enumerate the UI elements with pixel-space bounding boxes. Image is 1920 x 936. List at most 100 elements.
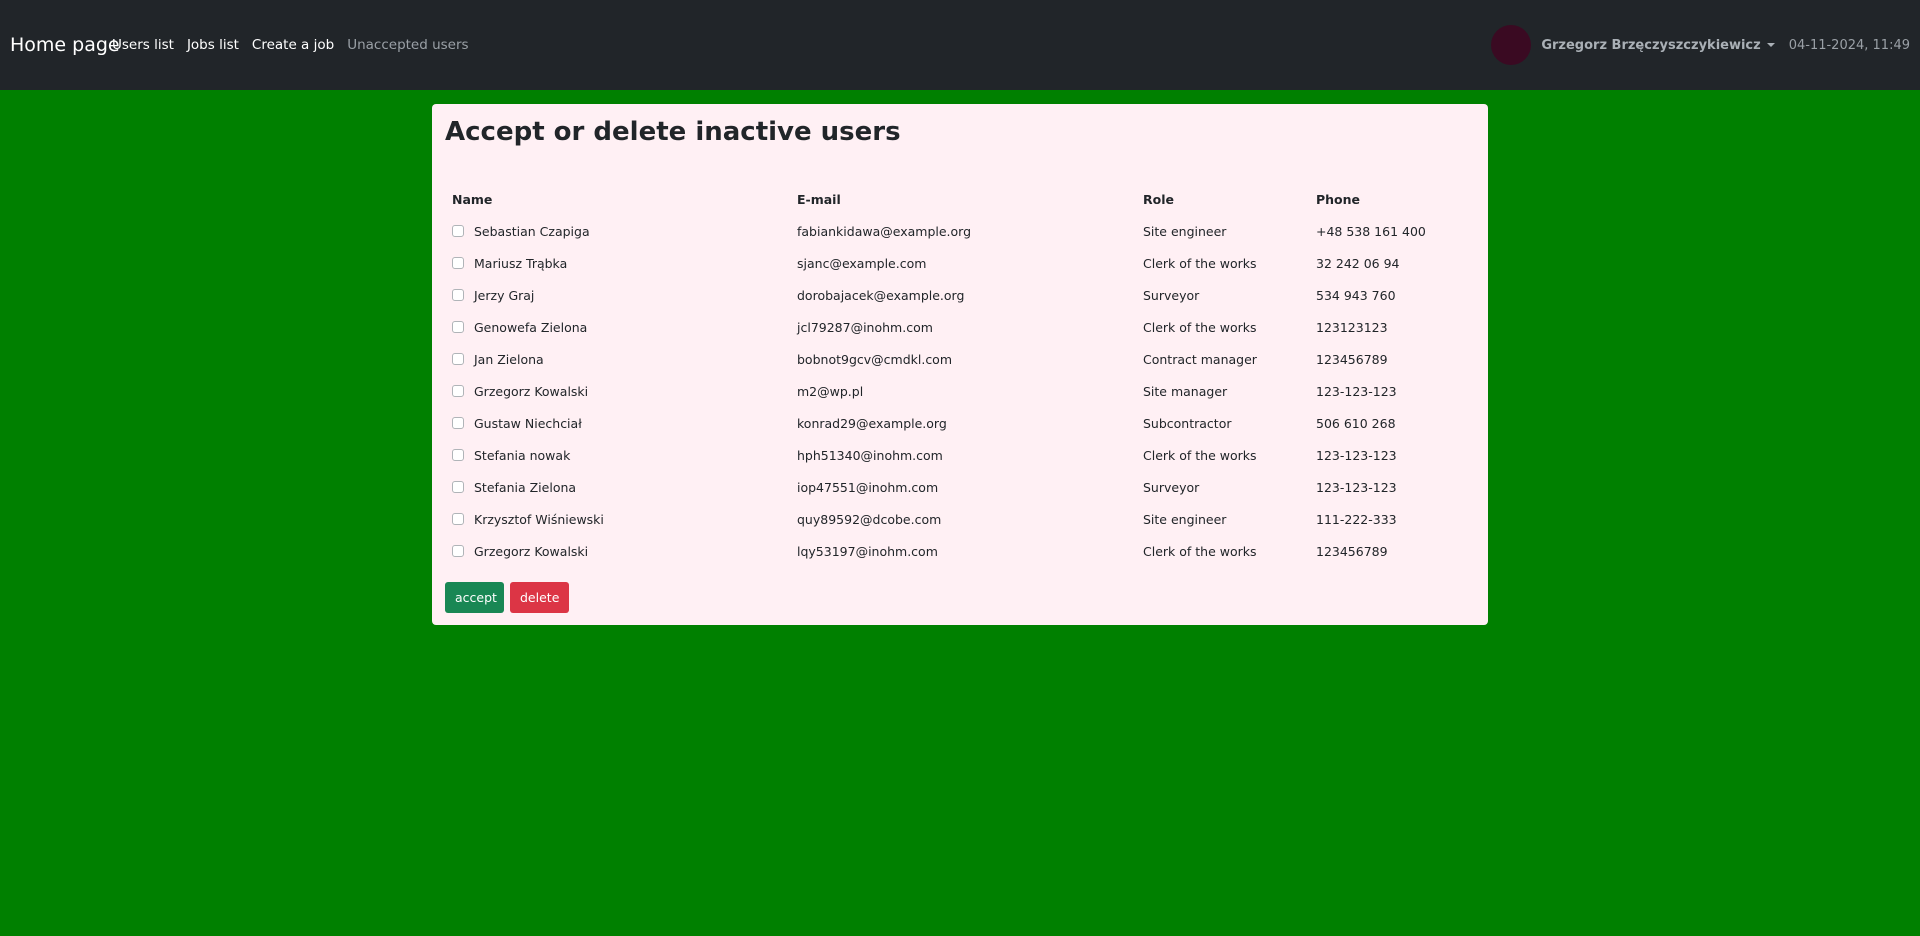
cell-email: fabiankidawa@example.org <box>797 223 972 239</box>
user-menu-toggle[interactable]: Grzegorz Brzęczyszczykiewicz <box>1541 37 1775 53</box>
table-row: Stefania Zielona iop47551@inohm.com Survey… <box>445 471 1475 503</box>
nav-unaccepted-users[interactable]: Unaccepted users <box>347 37 468 53</box>
cell-phone: 534 943 760 <box>1316 287 1396 303</box>
table-row: Mariusz Trąbka sjanc@example.com Clerk of … <box>445 247 1475 279</box>
top-navbar: Home page Users list Jobs list Create a … <box>0 0 1920 90</box>
column-header-email: E-mail <box>797 191 841 207</box>
cell-name: Genowefa Zielona <box>445 311 790 343</box>
row-select-checkbox[interactable] <box>452 545 464 557</box>
user-name-text: Stefania Zielona <box>474 479 577 495</box>
cell-phone: 123123123 <box>1316 319 1388 335</box>
cell-phone: 123-123-123 <box>1316 383 1397 399</box>
cell-name: Sebastian Czapiga <box>445 215 790 247</box>
user-name-text: Grzegorz Kowalski <box>474 383 589 399</box>
cell-role: Clerk of the works <box>1143 319 1257 335</box>
nav-users-list[interactable]: Users list <box>112 37 174 53</box>
cell-email: dorobajacek@example.org <box>797 287 965 303</box>
table-header-row: Name E-mail Role Phone <box>445 183 1475 215</box>
accept-button[interactable]: accept <box>445 582 504 613</box>
cell-phone: 123-123-123 <box>1316 479 1397 495</box>
cell-role: Contract manager <box>1143 351 1257 367</box>
name-cell-content: Stefania nowak <box>452 448 790 463</box>
row-select-checkbox[interactable] <box>452 385 464 397</box>
delete-button[interactable]: delete <box>510 582 569 613</box>
cell-role: Site manager <box>1143 383 1228 399</box>
cell-name: Grzegorz Kowalski <box>445 535 790 567</box>
cell-email: hph51340@inohm.com <box>797 447 943 463</box>
cell-email: lqy53197@inohm.com <box>797 543 938 559</box>
cell-name: Stefania nowak <box>445 439 790 471</box>
name-cell-content: Jerzy Graj <box>452 288 790 303</box>
row-select-checkbox[interactable] <box>452 225 464 237</box>
user-name-text: Jerzy Graj <box>474 287 535 303</box>
cell-role: Clerk of the works <box>1143 255 1257 271</box>
table-row: Genowefa Zielona jcl79287@inohm.com Clerk … <box>445 311 1475 343</box>
action-buttons: accept delete <box>445 582 569 613</box>
cell-phone: 506 610 268 <box>1316 415 1396 431</box>
table-row: Sebastian Czapiga fabiankidawa@example.or… <box>445 215 1475 247</box>
user-name-text: Grzegorz Kowalski <box>474 543 589 559</box>
nav-create-job[interactable]: Create a job <box>252 37 334 53</box>
cell-name: Grzegorz Kowalski <box>445 375 790 407</box>
cell-phone: 123-123-123 <box>1316 447 1397 463</box>
cell-role: Clerk of the works <box>1143 543 1257 559</box>
cell-name: Jan Zielona <box>445 343 790 375</box>
user-name: Grzegorz Brzęczyszczykiewicz <box>1541 37 1761 53</box>
cell-name: Krzysztof Wiśniewski <box>445 503 790 535</box>
table-row: Gustaw Niechciał konrad29@example.org Subc… <box>445 407 1475 439</box>
row-select-checkbox[interactable] <box>452 289 464 301</box>
cell-phone: 32 242 06 94 <box>1316 255 1400 271</box>
table-row: Jerzy Graj dorobajacek@example.org Surveyo… <box>445 279 1475 311</box>
home-page-link[interactable]: Home page <box>10 34 120 56</box>
user-name-text: Sebastian Czapiga <box>474 223 590 239</box>
cell-name: Jerzy Graj <box>445 279 790 311</box>
row-select-checkbox[interactable] <box>452 513 464 525</box>
row-select-checkbox[interactable] <box>452 449 464 461</box>
name-cell-content: Grzegorz Kowalski <box>452 384 790 399</box>
cell-phone: 123456789 <box>1316 543 1388 559</box>
cell-name: Mariusz Trąbka <box>445 247 790 279</box>
name-cell-content: Gustaw Niechciał <box>452 416 790 431</box>
cell-role: Surveyor <box>1143 287 1200 303</box>
cell-name: Gustaw Niechciał <box>445 407 790 439</box>
cell-email: m2@wp.pl <box>797 383 864 399</box>
inactive-users-table: Name E-mail Role Phone Sebastian Czapiga… <box>445 183 1475 567</box>
current-datetime: 04-11-2024, 11:49 <box>1788 37 1910 53</box>
user-name-text: Jan Zielona <box>474 351 544 367</box>
cell-role: Clerk of the works <box>1143 447 1257 463</box>
cell-phone: +48 538 161 400 <box>1316 223 1426 239</box>
cell-email: konrad29@example.org <box>797 415 947 431</box>
page-title: Accept or delete inactive users <box>445 117 901 147</box>
row-select-checkbox[interactable] <box>452 417 464 429</box>
row-select-checkbox[interactable] <box>452 321 464 333</box>
avatar[interactable] <box>1491 25 1532 65</box>
name-cell-content: Stefania Zielona <box>452 480 790 495</box>
cell-name: Stefania Zielona <box>445 471 790 503</box>
table-row: Grzegorz Kowalski lqy53197@inohm.com Clerk… <box>445 535 1475 567</box>
column-header-phone: Phone <box>1316 191 1361 207</box>
row-select-checkbox[interactable] <box>452 481 464 493</box>
nav-user-area: Grzegorz Brzęczyszczykiewicz 04-11-2024,… <box>1491 25 1910 65</box>
cell-email: sjanc@example.com <box>797 255 927 271</box>
cell-role: Subcontractor <box>1143 415 1232 431</box>
row-select-checkbox[interactable] <box>452 353 464 365</box>
table-row: Stefania nowak hph51340@inohm.com Clerk of… <box>445 439 1475 471</box>
column-header-name: Name <box>452 191 493 207</box>
cell-phone: 123456789 <box>1316 351 1388 367</box>
table-row: Jan Zielona bobnot9gcv@cmdkl.com Contract … <box>445 343 1475 375</box>
nav-links: Users list Jobs list Create a job Unacce… <box>112 37 469 53</box>
user-name-text: Mariusz Trąbka <box>474 255 568 271</box>
cell-role: Site engineer <box>1143 223 1227 239</box>
name-cell-content: Mariusz Trąbka <box>452 256 790 271</box>
name-cell-content: Jan Zielona <box>452 352 790 367</box>
name-cell-content: Genowefa Zielona <box>452 320 790 335</box>
user-name-text: Krzysztof Wiśniewski <box>474 511 604 527</box>
caret-down-icon <box>1766 43 1775 47</box>
user-name-text: Stefania nowak <box>474 447 571 463</box>
inactive-users-card: Accept or delete inactive users Name E-m… <box>432 104 1488 625</box>
table-row: Krzysztof Wiśniewski quy89592@dcobe.com Si… <box>445 503 1475 535</box>
table-body: Sebastian Czapiga fabiankidawa@example.or… <box>445 215 1475 567</box>
row-select-checkbox[interactable] <box>452 257 464 269</box>
column-header-role: Role <box>1143 191 1174 207</box>
nav-jobs-list[interactable]: Jobs list <box>187 37 239 53</box>
